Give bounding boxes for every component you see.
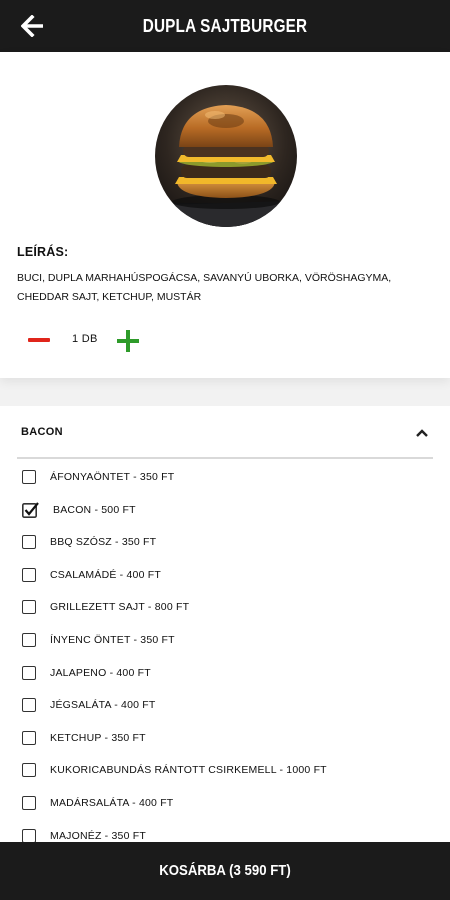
extra-option-label: KUKORICABUNDÁS RÁNTOTT CSIRKEMELL - 1000…: [50, 764, 327, 777]
extras-list: ÁFONYAÖNTET - 350 FT BACON - 500 FT BBQ SZ…: [0, 462, 450, 846]
checkbox[interactable]: [22, 828, 36, 843]
extra-option-label: KETCHUP - 350 FT: [50, 731, 146, 744]
extra-option-row[interactable]: ÁFONYAÖNTET - 350 FT: [0, 462, 450, 495]
checkbox[interactable]: [22, 600, 36, 615]
checkbox[interactable]: [22, 567, 36, 582]
extra-option-row[interactable]: BBQ SZÓSZ - 350 FT: [0, 527, 450, 560]
extra-option-label: MAJONÉZ - 350 FT: [50, 829, 146, 842]
product-card: LEÍRÁS: BUCI, DUPLA MARHAHÚSPOGÁCSA, SAV…: [0, 52, 450, 378]
extras-panel: BACON ÁFONYAÖNTET - 350 FT BACON - 500 FT…: [0, 406, 450, 846]
extra-option-row[interactable]: MADÁRSALÁTA - 400 FT: [0, 788, 450, 821]
extra-option-row[interactable]: ÍNYENC ÖNTET - 350 FT: [0, 625, 450, 658]
extra-option-label: JÉGSALÁTA - 400 FT: [50, 699, 156, 712]
extra-option-label: BACON - 500 FT: [53, 503, 136, 516]
quantity-value: 1 DB: [72, 333, 98, 345]
extras-section-header[interactable]: BACON: [0, 406, 450, 458]
extra-option-row[interactable]: JÉGSALÁTA - 400 FT: [0, 690, 450, 723]
decrease-quantity-button[interactable]: [26, 329, 54, 351]
extra-option-label: ÍNYENC ÖNTET - 350 FT: [50, 633, 175, 646]
extra-option-label: BBQ SZÓSZ - 350 FT: [50, 536, 157, 549]
checkbox[interactable]: [22, 535, 36, 550]
increase-quantity-button[interactable]: [115, 328, 141, 354]
extra-option-label: CSALAMÁDÉ - 400 FT: [50, 568, 161, 581]
page-title: DUPLA SAJTBURGER: [142, 16, 308, 36]
extra-option-label: JALAPENO - 400 FT: [50, 666, 151, 679]
extra-option-row[interactable]: GRILLEZETT SAJT - 800 FT: [0, 592, 450, 625]
checkbox[interactable]: [22, 795, 36, 810]
checkbox[interactable]: [22, 665, 36, 680]
checkbox[interactable]: [22, 632, 36, 647]
checkbox[interactable]: [22, 470, 36, 484]
extra-option-row[interactable]: KUKORICABUNDÁS RÁNTOTT CSIRKEMELL - 1000…: [0, 755, 450, 788]
checkbox-checked-icon[interactable]: [22, 501, 40, 519]
extra-option-row[interactable]: KETCHUP - 350 FT: [0, 723, 450, 756]
extras-section-title: BACON: [21, 426, 63, 438]
checkbox[interactable]: [22, 698, 36, 713]
extra-option-row[interactable]: BACON - 500 FT: [0, 495, 450, 528]
extra-option-row[interactable]: JALAPENO - 400 FT: [0, 658, 450, 691]
add-to-cart-button[interactable]: KOSÁRBA (3 590 FT): [0, 842, 450, 900]
extra-option-row[interactable]: CSALAMÁDÉ - 400 FT: [0, 560, 450, 593]
top-app-bar: DUPLA SAJTBURGER: [0, 0, 450, 52]
extra-option-label: GRILLEZETT SAJT - 800 FT: [50, 601, 190, 614]
burger-photo: [155, 85, 297, 227]
add-to-cart-label: KOSÁRBA (3 590 FT): [159, 862, 291, 879]
description-text: BUCI, DUPLA MARHAHÚSPOGÁCSA, SAVANYÚ UBO…: [17, 272, 392, 303]
extra-option-label: MADÁRSALÁTA - 400 FT: [50, 796, 174, 809]
checkbox[interactable]: [22, 763, 36, 778]
checkbox[interactable]: [22, 730, 36, 745]
extra-option-label: ÁFONYAÖNTET - 350 FT: [50, 471, 175, 483]
section-divider: [17, 457, 433, 459]
description-label: LEÍRÁS:: [17, 245, 69, 259]
chevron-up-icon: [416, 429, 428, 437]
